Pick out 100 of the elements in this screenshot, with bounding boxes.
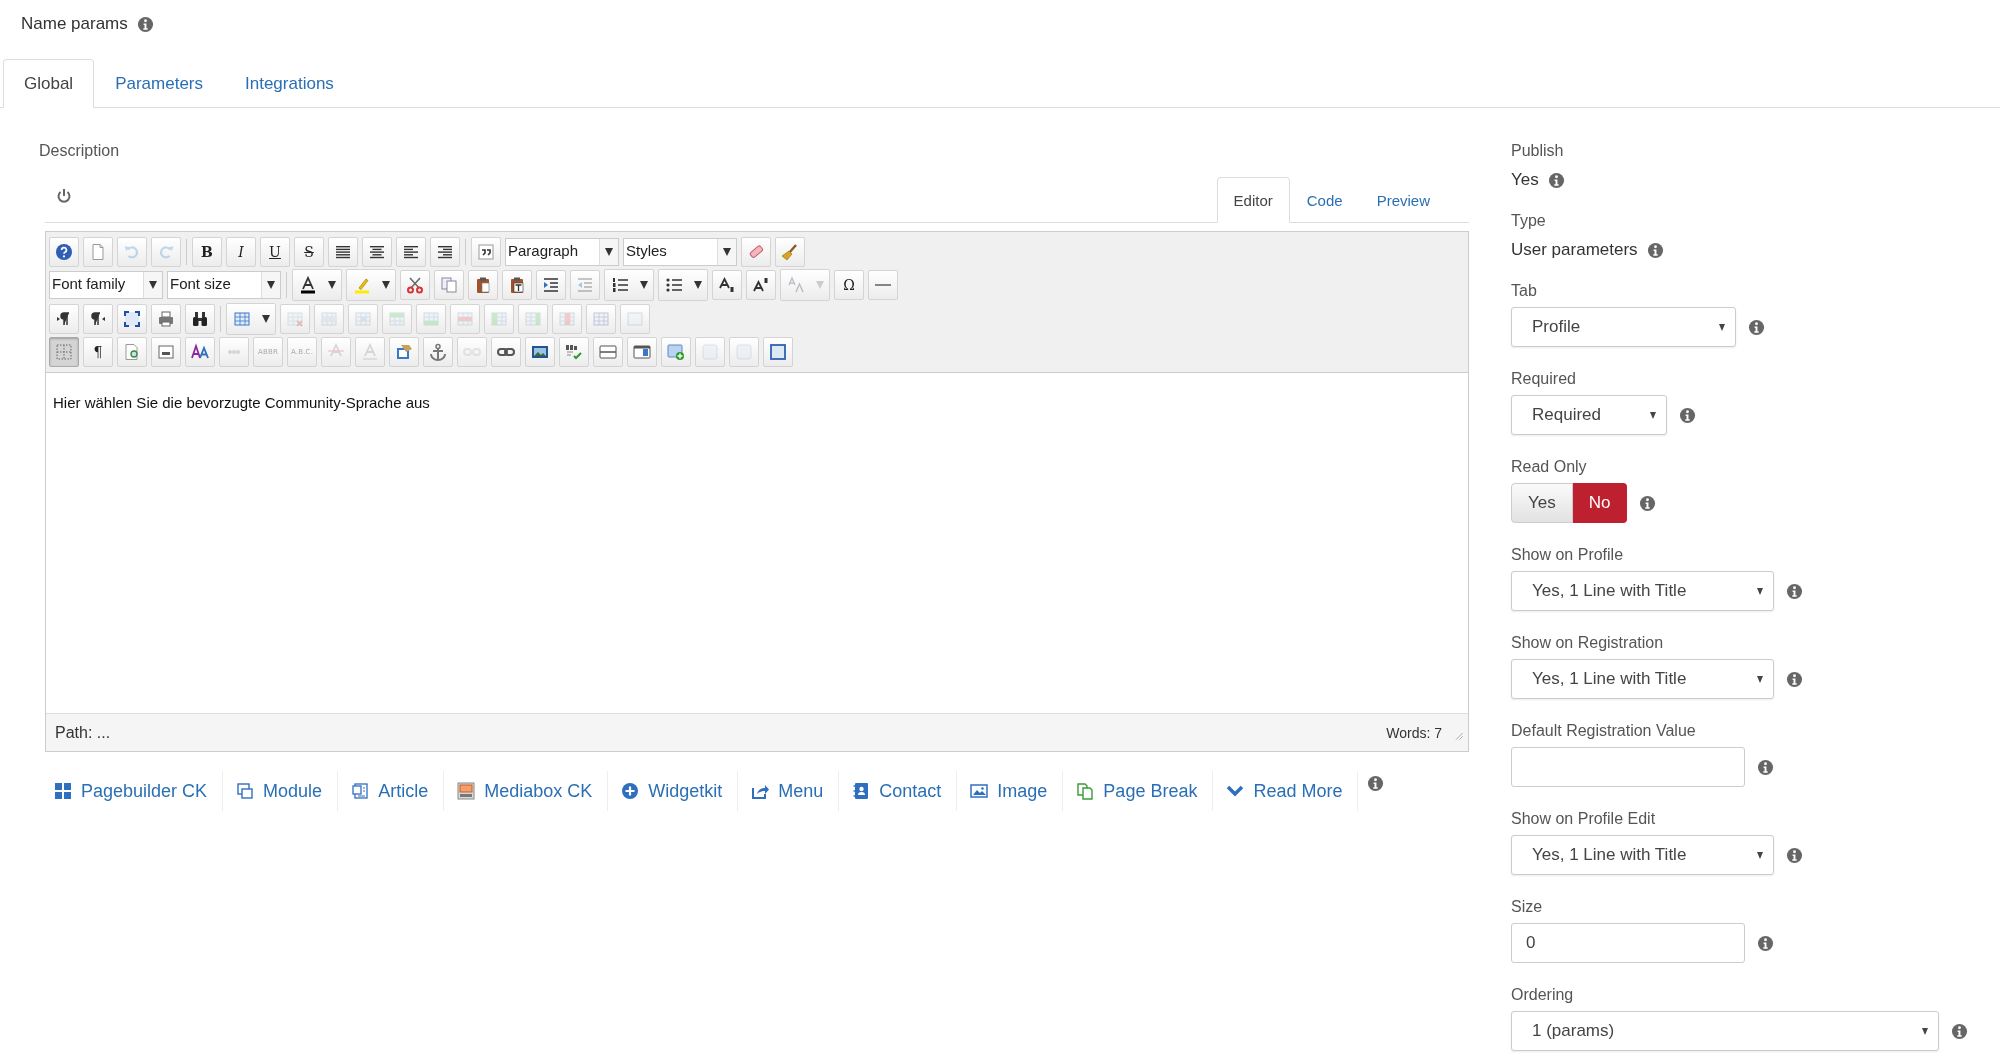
horizontal-rule-button[interactable]: [868, 270, 898, 301]
field-value: Yes: [1511, 169, 1539, 191]
scissors-button[interactable]: [400, 270, 430, 301]
brush-icon: [781, 242, 799, 261]
fullscreen-icon: [123, 309, 141, 328]
paste-text-button[interactable]: [502, 270, 532, 301]
tab[interactable]: Code: [1289, 177, 1360, 223]
format-dropdown[interactable]: Paragraph: [505, 237, 619, 266]
printer-button[interactable]: [151, 303, 181, 334]
numbered-list-icon: [611, 276, 629, 295]
style-button[interactable]: [185, 337, 215, 368]
help-button[interactable]: [49, 236, 79, 267]
printer-icon: [157, 309, 175, 328]
layout-icon: [633, 343, 651, 362]
anchor-button[interactable]: [423, 337, 453, 368]
font-size-dropdown[interactable]: Font size: [167, 271, 281, 300]
toggle-option[interactable]: No: [1572, 483, 1628, 523]
omega-button[interactable]: Ω: [834, 270, 864, 301]
dropdown-value: Font size: [169, 274, 232, 295]
field-label: Publish: [1511, 141, 1565, 161]
copy-icon: [440, 276, 458, 295]
bold-button[interactable]: B: [192, 236, 222, 267]
justify-button[interactable]: [328, 236, 358, 267]
tab[interactable]: Preview: [1359, 177, 1447, 223]
info-icon: [1639, 494, 1657, 512]
tab[interactable]: Global: [3, 59, 95, 108]
caret-icon: [723, 247, 731, 256]
tab[interactable]: Editor: [1216, 177, 1290, 223]
inserted-text-icon: [361, 343, 379, 362]
binoculars-button[interactable]: [185, 303, 215, 334]
spelling-button[interactable]: [559, 337, 589, 368]
show-blocks-icon: [55, 343, 73, 362]
link-button[interactable]: [491, 337, 521, 368]
table-split-button[interactable]: [226, 302, 276, 335]
select-field[interactable]: 1 (params): [1511, 1011, 1939, 1051]
delete-row-icon: [456, 309, 474, 328]
layout-button[interactable]: [627, 337, 657, 368]
field-label: Name params: [21, 14, 128, 34]
info-icon: [1748, 318, 1765, 336]
new-document-button[interactable]: [83, 236, 113, 267]
picture-icon: [970, 782, 989, 800]
image-button[interactable]: [525, 337, 555, 368]
box-icon: [735, 343, 753, 362]
bullet-list-split-button[interactable]: [658, 269, 708, 302]
select-field[interactable]: Yes, 1 Line with Title: [1511, 659, 1774, 699]
tab[interactable]: Integrations: [224, 59, 355, 108]
strikethrough-button[interactable]: S: [294, 236, 324, 267]
select-field[interactable]: Yes, 1 Line with Title: [1511, 571, 1774, 611]
insert-row-after-icon: [422, 309, 440, 328]
box-select-icon: [769, 343, 787, 362]
power-icon: [55, 187, 73, 205]
pilcrow-button[interactable]: ¶: [83, 337, 113, 368]
select-field[interactable]: Yes, 1 Line with Title: [1511, 835, 1774, 875]
rtl-button[interactable]: [83, 303, 113, 334]
input-field[interactable]: 0: [1511, 923, 1745, 963]
select-field[interactable]: Profile: [1511, 307, 1736, 347]
field-label: Read Only: [1511, 457, 1588, 477]
text-color-split-button[interactable]: [292, 269, 342, 302]
help-icon: [55, 242, 73, 261]
caret-icon: [640, 281, 648, 290]
align-right-button[interactable]: [430, 236, 460, 267]
clipboard-button[interactable]: [468, 270, 498, 301]
style-dropdown[interactable]: Styles: [623, 237, 737, 266]
caret-icon: [1757, 851, 1763, 859]
fullscreen-button[interactable]: [117, 303, 147, 334]
info-icon: [1786, 670, 1803, 688]
ltr-button[interactable]: [49, 303, 79, 334]
media-box-icon: [457, 782, 476, 800]
caret-icon: [694, 281, 702, 290]
superscript-button[interactable]: [746, 270, 776, 301]
blockquote-button[interactable]: [471, 236, 501, 267]
select-field[interactable]: Required: [1511, 395, 1667, 435]
add-image-button[interactable]: [661, 337, 691, 368]
italic-button[interactable]: I: [226, 236, 256, 267]
text-color-icon: [299, 276, 317, 295]
align-center-button[interactable]: [362, 236, 392, 267]
toggle-option[interactable]: Yes: [1511, 483, 1573, 523]
underline-button[interactable]: U: [260, 236, 290, 267]
blockquote-icon: [477, 242, 495, 261]
info-icon: [1679, 406, 1696, 424]
caret-icon: [149, 281, 157, 290]
clipboard-icon: [474, 276, 492, 295]
info-icon: [1367, 775, 1385, 792]
tab[interactable]: Parameters: [94, 59, 224, 108]
indent-button[interactable]: [536, 270, 566, 301]
field-value: User parameters: [1511, 239, 1638, 261]
numbered-list-split-button[interactable]: [604, 269, 654, 302]
align-left-button[interactable]: [396, 236, 426, 267]
font-family-dropdown[interactable]: Font family: [49, 271, 163, 300]
caret-icon: [1719, 323, 1725, 331]
paste-text-icon: [508, 276, 526, 295]
subscript-button[interactable]: [712, 270, 742, 301]
horizontal-line-box-button[interactable]: [593, 337, 623, 368]
input-field[interactable]: [1511, 747, 1745, 787]
dropdown-value: Styles: [625, 240, 668, 261]
subscript-icon: [718, 276, 736, 295]
field-label: Default Registration Value: [1511, 721, 1697, 741]
caret-icon: [1922, 1027, 1928, 1035]
box-select-button[interactable]: [763, 337, 793, 368]
caret-icon: [382, 281, 390, 290]
